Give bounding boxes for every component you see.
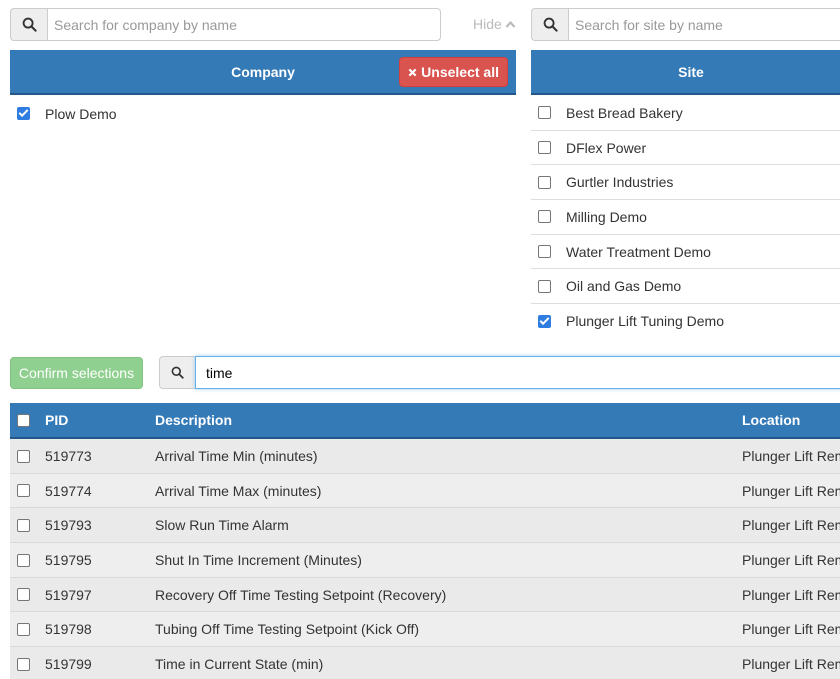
site-search-group (531, 8, 840, 41)
confirm-selections-button[interactable]: Confirm selections (10, 357, 143, 389)
site-label: Oil and Gas Demo (566, 278, 682, 295)
company-search-group (10, 8, 441, 41)
parameter-search-group (159, 356, 840, 389)
site-checkbox[interactable] (538, 106, 551, 120)
site-checkbox[interactable] (538, 210, 551, 224)
pid-cell: 519798 (45, 621, 92, 638)
company-header-title: Company (231, 63, 295, 80)
search-icon (159, 356, 195, 389)
site-label: Water Treatment Demo (566, 243, 711, 260)
site-label: Gurtler Industries (566, 174, 674, 191)
pid-cell: 519799 (45, 656, 92, 673)
site-label: DFlex Power (566, 139, 647, 156)
site-checkbox[interactable] (538, 314, 551, 328)
site-checkbox[interactable] (538, 175, 551, 189)
parameter-search-input[interactable] (195, 356, 840, 389)
description-cell: Arrival Time Min (minutes) (155, 448, 318, 464)
site-checkbox[interactable] (538, 245, 551, 259)
pid-cell: 519773 (45, 448, 92, 464)
location-cell: Plunger Lift Rem (742, 586, 840, 603)
site-label: Milling Demo (566, 208, 647, 225)
company-search-input[interactable] (47, 8, 441, 41)
row-checkbox[interactable] (17, 518, 30, 532)
location-cell: Plunger Lift Rem (742, 656, 840, 673)
column-header-description[interactable]: Description (155, 403, 232, 437)
location-cell: Plunger Lift Rem (742, 482, 840, 499)
table-row[interactable]: 519798 Tubing Off Time Testing Setpoint … (10, 612, 840, 648)
table-row[interactable]: 519774 Arrival Time Max (minutes) Plunge… (10, 473, 840, 509)
table-row[interactable]: 519795 Shut In Time Increment (Minutes) … (10, 543, 840, 578)
row-checkbox[interactable] (17, 622, 30, 636)
row-checkbox[interactable] (17, 553, 30, 567)
parameter-table-body: 519773 Arrival Time Min (minutes) Plunge… (10, 439, 840, 679)
site-checkbox[interactable] (538, 279, 551, 293)
unselect-all-label: Unselect all (421, 64, 499, 80)
pid-cell: 519793 (45, 517, 92, 534)
row-checkbox[interactable] (17, 449, 30, 463)
site-list-item[interactable]: Oil and Gas Demo (531, 269, 840, 305)
column-header-pid[interactable]: PID (45, 403, 68, 437)
company-list-item[interactable]: Plow Demo (10, 96, 516, 131)
company-panel-header: Company Unselect all (10, 50, 516, 95)
hide-toggle[interactable]: Hide (473, 16, 516, 32)
location-cell: Plunger Lift Rem (742, 448, 840, 464)
site-label: Best Bread Bakery (566, 104, 683, 121)
select-all-checkbox[interactable] (17, 413, 30, 427)
description-cell: Slow Run Time Alarm (155, 517, 289, 534)
location-cell: Plunger Lift Rem (742, 552, 840, 569)
site-list: Best Bread Bakery DFlex Power Gurtler In… (531, 96, 840, 339)
site-search-input[interactable] (568, 8, 840, 41)
description-cell: Shut In Time Increment (Minutes) (155, 552, 362, 569)
site-list-item[interactable]: DFlex Power (531, 131, 840, 166)
row-checkbox[interactable] (17, 588, 30, 602)
site-list-item[interactable]: Milling Demo (531, 200, 840, 235)
pid-cell: 519774 (45, 482, 92, 499)
table-row[interactable]: 519799 Time in Current State (min) Plung… (10, 647, 840, 679)
row-checkbox[interactable] (17, 657, 30, 671)
description-cell: Recovery Off Time Testing Setpoint (Reco… (155, 586, 447, 603)
chevron-up-icon (505, 20, 516, 28)
site-list-item[interactable]: Plunger Lift Tuning Demo (531, 304, 840, 339)
close-icon (408, 68, 417, 76)
site-panel-header: Site (531, 50, 840, 95)
pid-cell: 519795 (45, 552, 92, 569)
site-header-title: Site (678, 63, 704, 80)
column-header-location[interactable]: Location (742, 403, 800, 437)
table-row[interactable]: 519793 Slow Run Time Alarm Plunger Lift … (10, 508, 840, 544)
table-row[interactable]: 519773 Arrival Time Min (minutes) Plunge… (10, 439, 840, 474)
company-label: Plow Demo (45, 105, 117, 122)
search-icon (10, 8, 47, 41)
parameter-table-header: PID Description Location (10, 403, 840, 439)
location-cell: Plunger Lift Rem (742, 621, 840, 638)
hide-label: Hide (473, 16, 502, 32)
site-list-item[interactable]: Best Bread Bakery (531, 96, 840, 131)
search-icon (531, 8, 568, 41)
site-checkbox[interactable] (538, 141, 551, 155)
description-cell: Time in Current State (min) (155, 656, 324, 673)
pid-cell: 519797 (45, 586, 92, 603)
description-cell: Arrival Time Max (minutes) (155, 482, 322, 499)
description-cell: Tubing Off Time Testing Setpoint (Kick O… (155, 621, 420, 638)
table-row[interactable]: 519797 Recovery Off Time Testing Setpoin… (10, 577, 840, 613)
company-checkbox[interactable] (17, 107, 30, 120)
location-cell: Plunger Lift Rem (742, 517, 840, 534)
unselect-all-button[interactable]: Unselect all (399, 57, 508, 87)
site-list-item[interactable]: Water Treatment Demo (531, 235, 840, 270)
site-list-item[interactable]: Gurtler Industries (531, 165, 840, 201)
row-checkbox[interactable] (17, 484, 30, 498)
site-label: Plunger Lift Tuning Demo (566, 313, 724, 330)
